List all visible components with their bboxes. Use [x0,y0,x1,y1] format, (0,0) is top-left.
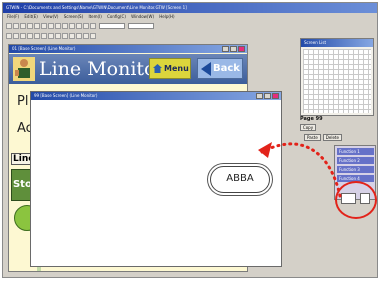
alarm-tool-icon[interactable] [69,32,75,39]
menu-window[interactable]: Window(W) [131,14,154,19]
menu-help[interactable]: Help(H) [159,14,174,19]
graph-tool-icon[interactable] [62,32,68,39]
screen-header: Line Monitor Menu Back [9,54,247,84]
application-title-bar: GTWIN - C:\Documents and Settings\Name\G… [3,3,377,13]
grid-icon[interactable] [62,22,68,29]
line-tool-icon[interactable] [6,32,12,39]
home-icon [153,64,162,73]
function-item[interactable]: Function 1 [337,148,374,155]
arrow-tool-icon[interactable] [83,32,89,39]
operator-icon [13,57,35,81]
menu-file[interactable]: File(F) [7,14,19,19]
screen-canvas[interactable]: ABBA [32,101,280,265]
transfer-icon[interactable] [90,22,96,29]
panel-title: Screen List [301,39,373,47]
switch-part[interactable]: ABBA [210,166,270,193]
delete-button[interactable]: Delete [322,134,342,141]
screen-list-panel: Screen List [300,38,374,116]
menu-view[interactable]: View(V) [43,14,58,19]
menu-edit[interactable]: Edit(E) [24,14,37,19]
save-icon[interactable] [20,22,26,29]
maximize-button[interactable] [264,93,271,99]
open-icon[interactable] [13,22,19,29]
back-button[interactable]: Back [197,58,243,79]
align-icon[interactable] [76,22,82,29]
paste-button[interactable]: Paste [304,134,321,141]
picture-tool-icon[interactable] [76,32,82,39]
screen-title: Line Monitor [39,58,165,80]
polygon-tool-icon[interactable] [27,32,33,39]
screen-grid[interactable] [303,49,371,113]
function-item[interactable]: Function 3 [337,166,374,173]
switch-tool-icon[interactable] [41,32,47,39]
circle-tool-icon[interactable] [20,32,26,39]
close-button[interactable] [238,46,245,52]
zoom-icon[interactable] [69,22,75,29]
menu-button-label: Menu [164,64,189,73]
lamp-tool-icon[interactable] [48,32,54,39]
text-tool-icon[interactable] [34,32,40,39]
maximize-button[interactable] [230,46,237,52]
window-controls [222,46,245,52]
back-arrow-icon [201,61,211,76]
copy-button[interactable]: Copy [300,124,316,131]
data-tool-icon[interactable] [55,32,61,39]
screen-select[interactable] [99,22,125,29]
new-icon[interactable] [6,22,12,29]
menu-config[interactable]: Config(C) [107,14,126,19]
window-controls [256,93,279,99]
minimize-button[interactable] [256,93,263,99]
page-label: Page 99 [300,116,323,122]
back-button-label: Back [213,63,240,74]
window-title: 99 [Base Screen] (Line Monitor) [31,92,281,100]
minimize-button[interactable] [222,46,229,52]
menu-button[interactable]: Menu [149,58,191,79]
close-button[interactable] [272,93,279,99]
menu-screen[interactable]: Screen(S) [64,14,83,19]
window-title: 01 [Base Screen] (Line Monitor) [9,45,247,53]
highlight-circle [335,181,377,219]
cut-icon[interactable] [27,22,33,29]
menu-bar: File(F) Edit(E) View(V) Screen(S) Item(I… [3,13,377,20]
redo-icon[interactable] [55,22,61,29]
drawing-toolbar [3,31,303,40]
group-icon[interactable] [83,22,89,29]
select-tool-icon[interactable] [90,32,96,39]
menu-item[interactable]: Item(I) [88,14,101,19]
paste-icon[interactable] [41,22,47,29]
layer-select[interactable] [128,22,154,29]
copy-icon[interactable] [34,22,40,29]
main-toolbar [3,21,303,30]
popup-screen-window[interactable]: 99 [Base Screen] (Line Monitor) ABBA [30,91,282,267]
rectangle-tool-icon[interactable] [13,32,19,39]
partial-label-p: Pl [17,94,29,109]
edit-button-row: Paste Delete [304,134,342,141]
function-item[interactable]: Function 2 [337,157,374,164]
undo-icon[interactable] [48,22,54,29]
